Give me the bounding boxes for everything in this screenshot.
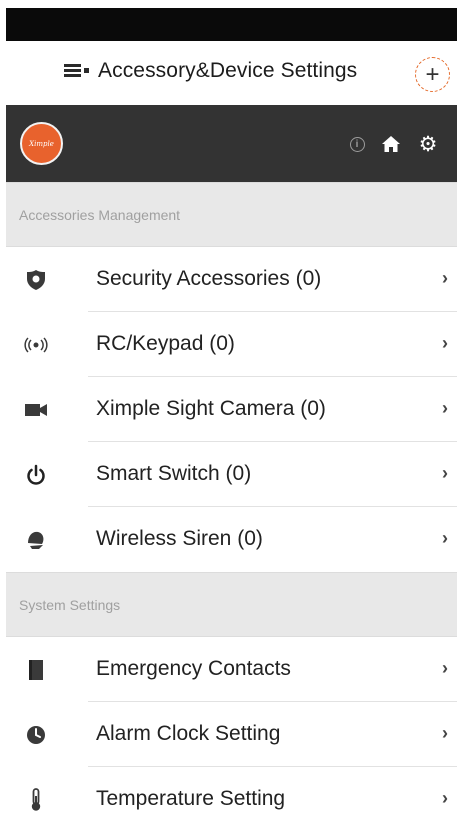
chevron-right-icon: › xyxy=(442,658,448,678)
list-item-label: Wireless Siren (0) xyxy=(96,527,263,550)
section-title: System Settings xyxy=(19,597,121,613)
chevron-right-icon: › xyxy=(442,463,448,483)
section-header-system-settings: System Settings xyxy=(6,572,457,637)
app-logo: Ximple xyxy=(20,122,63,165)
list-item-label: RC/Keypad (0) xyxy=(96,332,235,355)
list-item-label: Temperature Setting xyxy=(96,787,286,810)
list-item-ximple-sight-camera[interactable]: Ximple Sight Camera (0) › xyxy=(6,377,457,442)
chevron-right-icon: › xyxy=(442,788,448,808)
list-item-label: Smart Switch (0) xyxy=(96,462,252,485)
signal-icon xyxy=(24,333,48,357)
clock-icon xyxy=(24,723,48,747)
power-icon xyxy=(24,463,48,487)
logo-text: Ximple xyxy=(29,139,54,148)
gear-icon[interactable]: ⚙ xyxy=(417,133,439,155)
section-title: Accessories Management xyxy=(19,207,181,223)
list-item-alarm-clock-setting[interactable]: Alarm Clock Setting › xyxy=(6,702,457,767)
chevron-right-icon: › xyxy=(442,268,448,288)
app-header-bar: Ximple i ⚙ xyxy=(6,105,457,182)
shield-icon xyxy=(24,268,48,292)
list-item-emergency-contacts[interactable]: Emergency Contacts › xyxy=(6,637,457,702)
siren-icon xyxy=(24,528,48,552)
chevron-right-icon: › xyxy=(442,723,448,743)
list-item-temperature-setting[interactable]: Temperature Setting › xyxy=(6,767,457,814)
camera-icon xyxy=(24,398,48,422)
menu-list-icon xyxy=(64,62,90,80)
list-item-label: Alarm Clock Setting xyxy=(96,722,281,745)
home-icon[interactable] xyxy=(380,133,402,155)
page-title: Accessory&Device Settings xyxy=(98,59,358,82)
thermometer-icon xyxy=(24,788,48,812)
list-item-wireless-siren[interactable]: Wireless Siren (0) › xyxy=(6,507,457,572)
list-item-label: Security Accessories (0) xyxy=(96,267,322,290)
title-group: Accessory&Device Settings xyxy=(64,59,357,83)
status-bar xyxy=(6,8,457,41)
list-item-label: Emergency Contacts xyxy=(96,657,291,680)
list-item-smart-switch[interactable]: Smart Switch (0) › xyxy=(6,442,457,507)
section-header-accessories: Accessories Management xyxy=(6,182,457,247)
title-bar: Accessory&Device Settings + xyxy=(6,41,457,105)
list-item-rc-keypad[interactable]: RC/Keypad (0) › xyxy=(6,312,457,377)
list-item-security-accessories[interactable]: Security Accessories (0) › xyxy=(6,247,457,312)
chevron-right-icon: › xyxy=(442,398,448,418)
info-icon[interactable]: i xyxy=(348,133,366,155)
chevron-right-icon: › xyxy=(442,528,448,548)
list-item-label: Ximple Sight Camera (0) xyxy=(96,397,326,420)
chevron-right-icon: › xyxy=(442,333,448,353)
contacts-book-icon xyxy=(24,658,48,682)
add-device-button[interactable]: + xyxy=(415,57,450,92)
